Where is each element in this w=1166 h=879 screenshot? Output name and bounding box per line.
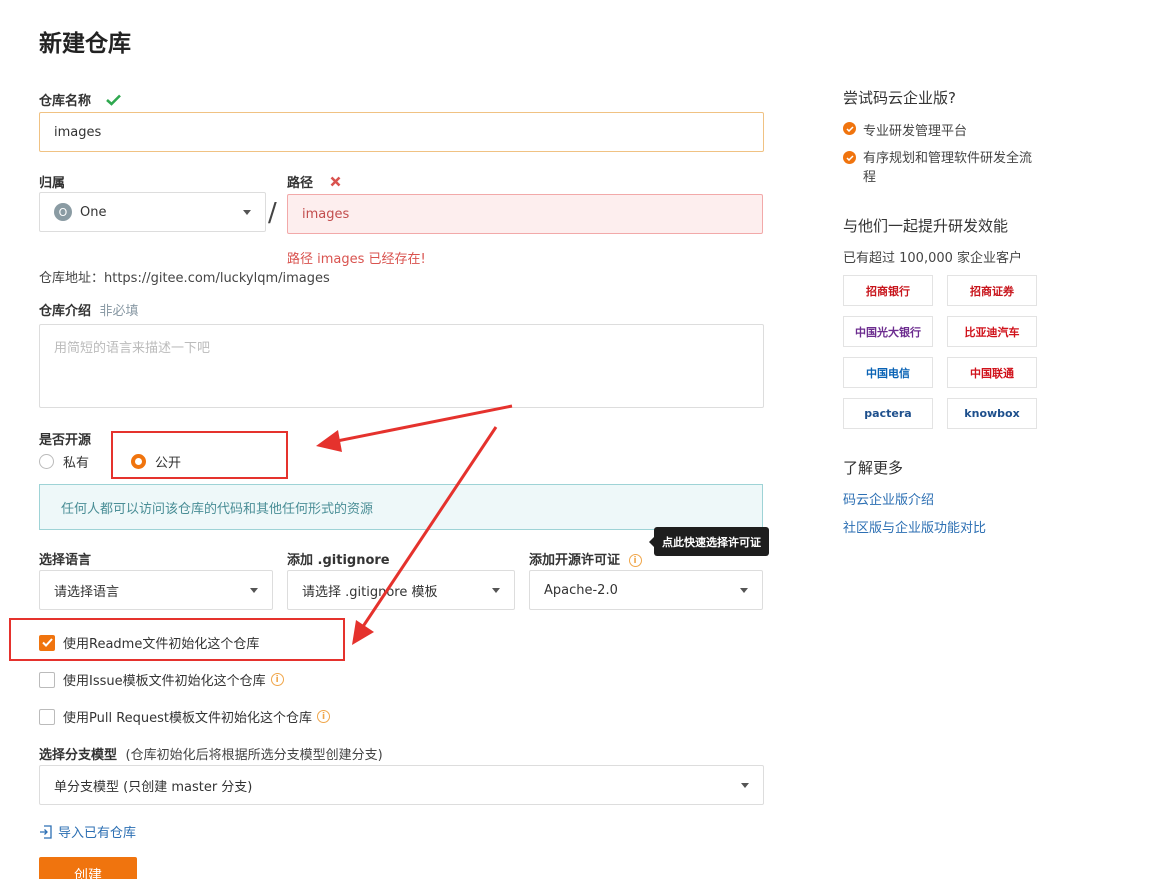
- annotation-arrow-readme: [352, 426, 498, 645]
- logo-ceb: 中国光大银行: [843, 316, 933, 347]
- logo-knowbox: knowbox: [947, 398, 1037, 429]
- check-circle-icon: [843, 122, 856, 135]
- together-title: 与他们一起提升研发效能: [843, 217, 1009, 235]
- logo-unicom: 中国联通: [947, 357, 1037, 388]
- feature-item: 专业研发管理平台: [843, 120, 967, 139]
- logo-cmbsec: 招商证券: [947, 275, 1037, 306]
- logo-cmb: 招商银行: [843, 275, 933, 306]
- try-enterprise-title: 尝试码云企业版?: [843, 89, 956, 107]
- logo-telecom: 中国电信: [843, 357, 933, 388]
- annotation-arrows: [316, 404, 513, 645]
- check-circle-icon: [843, 151, 856, 164]
- customers-text: 已有超过 100,000 家企业客户: [843, 251, 1023, 266]
- compare-editions-link[interactable]: 社区版与企业版功能对比: [843, 517, 986, 536]
- enterprise-intro-link[interactable]: 码云企业版介绍: [843, 489, 934, 508]
- feature-item: 有序规划和管理软件研发全流程: [843, 149, 1038, 187]
- learn-more-title: 了解更多: [843, 459, 904, 477]
- logo-byd: 比亚迪汽车: [947, 316, 1037, 347]
- logo-pactera: pactera: [843, 398, 933, 429]
